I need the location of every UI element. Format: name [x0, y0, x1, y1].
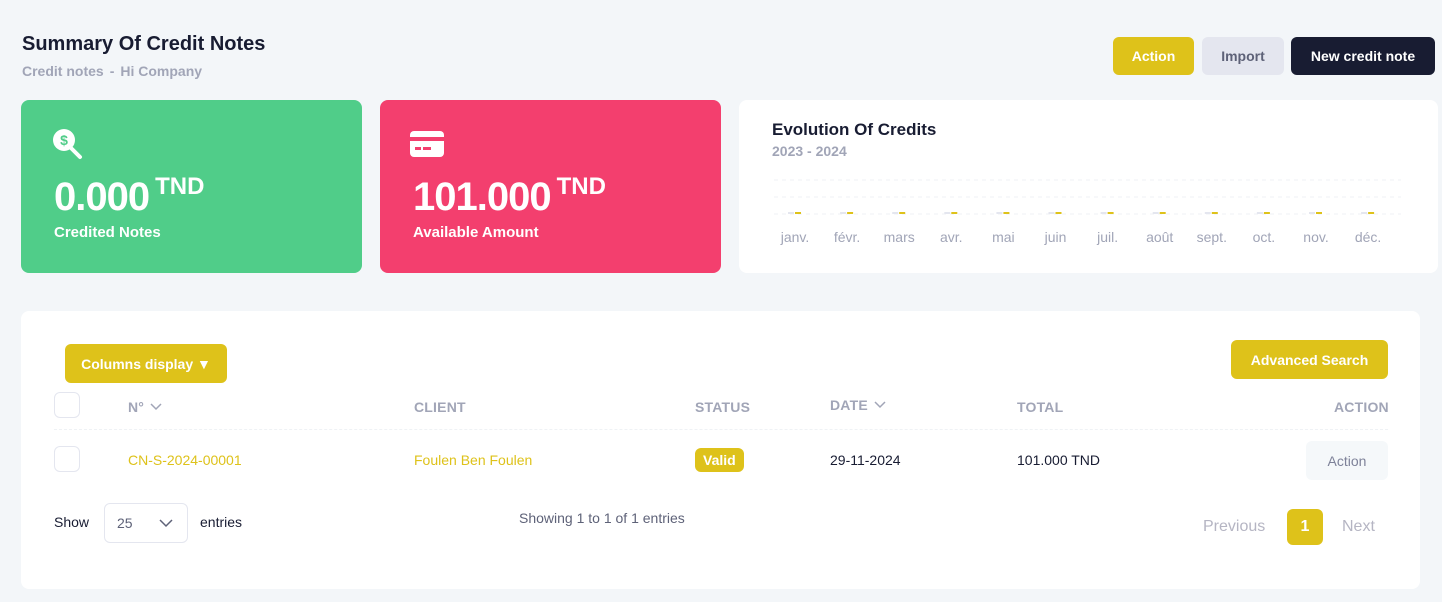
page-1-button[interactable]: 1 [1287, 509, 1323, 545]
credit-note-number-link[interactable]: CN-S-2024-00001 [128, 452, 242, 468]
chart-title: Evolution Of Credits [772, 120, 937, 139]
next-page-button[interactable]: Next [1342, 518, 1375, 536]
credited-notes-card: $ 0.000 TND Credited Notes [21, 100, 362, 273]
status-badge: Valid [695, 448, 744, 472]
chart-tick-label: août [1146, 229, 1173, 245]
chart-bar [1204, 212, 1211, 214]
entries-label: entries [200, 514, 243, 530]
client-name-link[interactable]: Foulen Ben Foulen [414, 452, 532, 468]
show-label: Show [54, 514, 90, 530]
date-cell: 29-11-2024 [830, 452, 901, 468]
page-size-select[interactable]: 25 [104, 503, 188, 543]
new-credit-note-button[interactable]: New credit note [1291, 37, 1435, 75]
credited-amount: 0.000 [54, 175, 150, 219]
chart-tick-label: févr. [834, 229, 860, 245]
chart-bar [1361, 212, 1368, 214]
page-size-value: 25 [117, 515, 133, 531]
chart-bar [1263, 212, 1270, 214]
chart-tick-label: oct. [1253, 229, 1276, 245]
total-cell: 101.000 TND [1017, 452, 1101, 468]
showing-info: Showing 1 to 1 of 1 entries [519, 510, 685, 526]
chevron-down-icon [159, 519, 173, 528]
chart-bar [1100, 212, 1107, 214]
chart-bar [840, 212, 847, 214]
column-header-date[interactable]: DATE [830, 397, 886, 413]
chart-bar [1316, 212, 1322, 214]
column-header-client: CLIENT [414, 399, 466, 415]
chevron-down-icon [874, 401, 886, 409]
available-amount-label: Available Amount [413, 224, 539, 241]
available-amount: 101.000 [413, 175, 552, 219]
column-header-total: TOTAL [1017, 399, 1064, 415]
chart-bar [899, 212, 906, 214]
column-header-date-label: DATE [830, 397, 868, 413]
svg-text:$: $ [60, 132, 68, 148]
available-unit: TND [556, 173, 606, 200]
breadcrumb-item-company: Hi Company [120, 63, 203, 79]
chart-tick-label: juil. [1096, 229, 1118, 245]
chart-tick-label: janv. [780, 229, 810, 245]
available-amount-value: 101.000 TND [413, 173, 606, 220]
column-header-number-label: N° [128, 399, 145, 415]
breadcrumb-item-credit-notes[interactable]: Credit notes [22, 63, 104, 79]
credited-notes-value: 0.000 TND [54, 173, 205, 220]
chart-bar [1048, 212, 1055, 214]
column-header-number[interactable]: N° [128, 399, 162, 415]
chart-tick-label: mai [992, 229, 1015, 245]
credits-evolution-card: Evolution Of Credits 2023 - 2024 janv. fé… [739, 100, 1438, 273]
chart-tick-label: nov. [1303, 229, 1328, 245]
chart-bar [1159, 212, 1166, 214]
credit-notes-panel: Columns display ▼ Advanced Search N° CLI… [21, 311, 1420, 589]
row-action-button[interactable]: Action [1306, 441, 1388, 480]
chart-bar [795, 212, 801, 214]
chart-bar [951, 212, 958, 214]
chart-bar [1152, 212, 1159, 214]
chart-bar [1309, 212, 1315, 214]
chart-bar [1368, 212, 1375, 214]
column-header-status: STATUS [695, 399, 751, 415]
credited-notes-label: Credited Notes [54, 224, 161, 241]
previous-page-button[interactable]: Previous [1203, 518, 1265, 536]
chart-tick-label: sept. [1197, 229, 1227, 245]
row-checkbox[interactable] [54, 446, 80, 472]
chart-bar [996, 212, 1003, 214]
credits-chart: janv. févr. mars avr. mai juin juil. août sept. o… [774, 179, 1401, 245]
credit-card-icon [410, 131, 444, 157]
chart-tick-label: déc. [1355, 229, 1381, 245]
breadcrumb-separator: - [109, 63, 115, 79]
action-button[interactable]: Action [1113, 37, 1194, 75]
select-all-checkbox[interactable] [54, 392, 80, 418]
page-title: Summary Of Credit Notes [22, 33, 266, 55]
chart-bar [892, 212, 899, 214]
breadcrumb: Credit notes - Hi Company [22, 63, 202, 79]
chart-tick-label: avr. [940, 229, 963, 245]
credited-unit: TND [155, 173, 205, 200]
import-button[interactable]: Import [1202, 37, 1284, 75]
search-dollar-icon: $ [53, 129, 82, 159]
available-amount-card: 101.000 TND Available Amount [380, 100, 721, 273]
chart-subtitle: 2023 - 2024 [772, 143, 847, 159]
chart-tick-label: juin [1044, 229, 1067, 245]
columns-display-button[interactable]: Columns display ▼ [65, 344, 227, 383]
column-header-action: ACTION [1334, 399, 1389, 415]
chart-tick-label: mars [884, 229, 915, 245]
chart-bar [944, 212, 951, 214]
header-divider [54, 429, 1388, 430]
chevron-down-icon [150, 403, 162, 411]
chart-bar [1211, 212, 1218, 214]
chart-bar [847, 212, 854, 214]
chart-bar [788, 212, 794, 214]
chart-bar [1003, 212, 1010, 214]
chart-bar [1256, 212, 1263, 214]
chart-bar [1055, 212, 1062, 214]
chart-bar [1107, 212, 1114, 214]
advanced-search-button[interactable]: Advanced Search [1231, 340, 1388, 379]
